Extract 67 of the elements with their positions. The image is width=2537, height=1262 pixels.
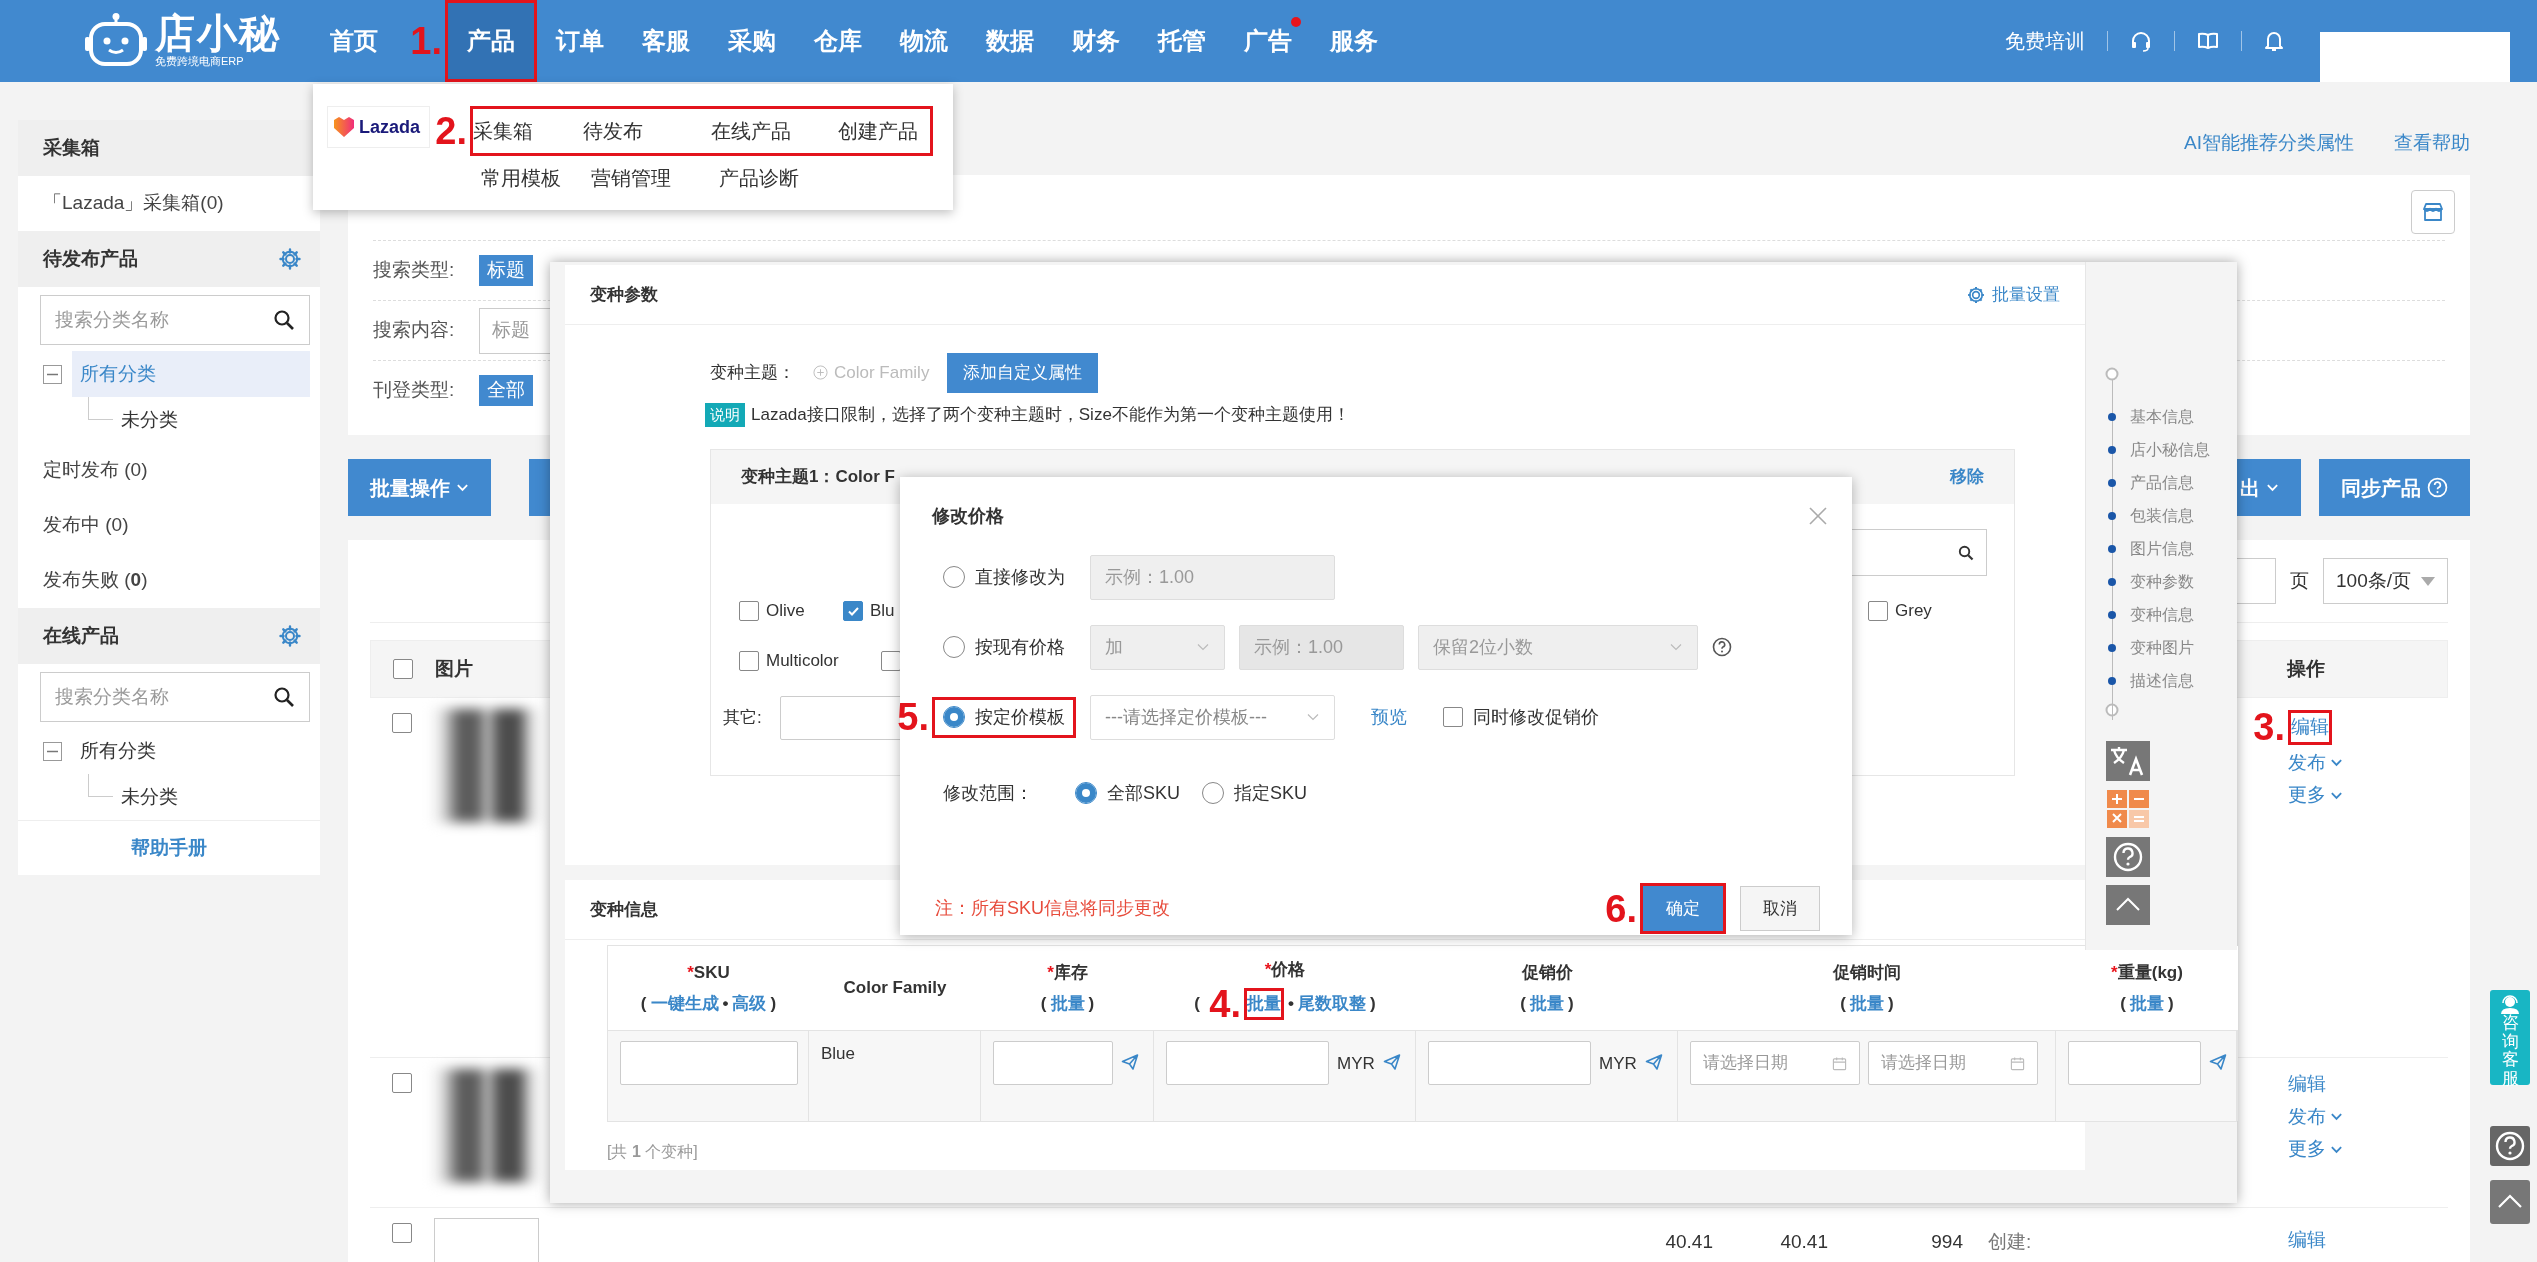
column-header: *库存 — [1047, 961, 1088, 984]
column-header: *重量(kg) — [2111, 961, 2183, 984]
separator-dot: • — [1288, 993, 1294, 1015]
warning-note: 注：所有SKU信息将同步更改 — [934, 897, 1170, 920]
separator-dot: • — [722, 993, 729, 1015]
bracket: ( — [640, 993, 647, 1015]
step-number: 5. — [897, 698, 929, 736]
table-cell-text: 创建: — [1987, 1230, 2033, 1254]
option-label: 全部SKU — [1107, 781, 1180, 805]
filter-label: 搜索类型: — [373, 258, 455, 283]
step-number: 4. — [1209, 984, 1241, 1023]
option-label: 指定SKU — [1234, 781, 1308, 805]
filter-label: 搜索内容: — [373, 318, 455, 343]
table-cell-text: 994 — [1930, 1230, 1963, 1254]
table-cell-text: 40.41 — [1664, 1230, 1713, 1254]
page-label: 页 — [2290, 568, 2309, 593]
currency-label: MYR — [1599, 1053, 1637, 1075]
option-label: 按现有价格 — [975, 635, 1065, 659]
platform-logo: Lazada — [327, 106, 430, 148]
bracket: ) — [770, 993, 777, 1015]
column-header: 促销时间 — [1833, 961, 1901, 984]
column-header: 操作 — [2287, 656, 2326, 681]
bracket: ( — [1520, 993, 1526, 1015]
option-label: Olive — [766, 600, 805, 623]
currency-label: MYR — [1337, 1053, 1375, 1075]
column-header: Color Family — [843, 977, 947, 1000]
notice-text: Lazada接口限制，选择了两个变种主题时，Size不能作为第一个变种主题使用！ — [751, 404, 1350, 427]
field-label: 修改范围： — [943, 781, 1034, 805]
option-label: Multicolor — [766, 650, 839, 673]
bracket: ( — [1840, 993, 1846, 1015]
notice-tag: 说明 — [705, 402, 745, 428]
bracket: ( — [1194, 993, 1200, 1015]
variant-count: [共 1 个变种] — [607, 1142, 698, 1162]
section-title: 变种参数 — [590, 283, 658, 306]
bracket: ) — [2168, 993, 2174, 1015]
step-number: 3. — [2253, 708, 2285, 747]
field-label: 变种主题： — [710, 361, 795, 384]
option-label: Blu — [870, 600, 895, 623]
theme-title: 变种主题1：Color F — [741, 466, 895, 489]
step-number: 1. — [410, 22, 442, 60]
bracket: ( — [1040, 993, 1047, 1015]
brand-title: 店小秘 — [155, 13, 281, 54]
bracket: ) — [1888, 993, 1894, 1015]
brand-subtitle: 免费跨境电商ERP — [155, 55, 245, 69]
column-header: *价格 — [1264, 958, 1306, 981]
checkbox-label: 同时修改促销价 — [1473, 705, 1599, 729]
bracket: ) — [1568, 993, 1574, 1015]
step-number: 2. — [435, 112, 467, 150]
section-title: 待发布产品 — [43, 246, 138, 271]
section-title: 采集箱 — [43, 135, 100, 160]
bracket: ) — [1369, 993, 1376, 1015]
column-header: 促销价 — [1521, 961, 1573, 984]
table-cell-text: 40.41 — [1779, 1230, 1828, 1254]
column-header: 图片 — [435, 656, 473, 681]
option-label: 按定价模板 — [975, 705, 1065, 729]
column-header: *SKU — [687, 961, 730, 984]
section-title: 在线产品 — [43, 623, 119, 648]
field-label: 其它: — [723, 707, 762, 730]
bracket: ) — [1088, 993, 1095, 1015]
dialog-title: 修改价格 — [932, 504, 1004, 528]
bracket: ( — [2120, 993, 2126, 1015]
step-number: 6. — [1605, 889, 1637, 928]
table-cell-text: Blue — [821, 1043, 856, 1065]
option-label: 直接修改为 — [975, 565, 1065, 589]
option-label: Grey — [1895, 600, 1932, 623]
section-title: 变种信息 — [590, 898, 658, 921]
filter-label: 刊登类型: — [373, 378, 455, 403]
